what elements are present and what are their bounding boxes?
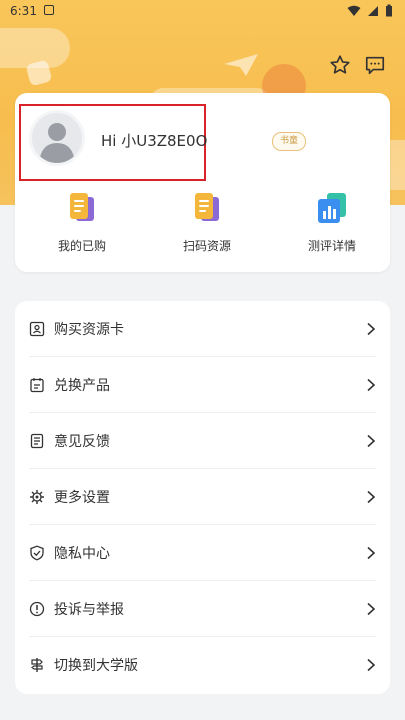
menu-item-label: 投诉与举报 — [54, 601, 124, 618]
menu-item-label: 意见反馈 — [54, 433, 110, 450]
scan-doc-icon — [195, 193, 219, 221]
battery-icon — [386, 4, 392, 17]
quick-action-purchased[interactable]: 我的已购 — [27, 191, 137, 254]
star-icon[interactable] — [329, 54, 351, 76]
status-time: 6:31 — [10, 4, 37, 18]
menu-item-label: 隐私中心 — [54, 545, 110, 562]
chevron-right-icon — [367, 546, 376, 559]
feedback-icon — [30, 433, 44, 448]
chevron-right-icon — [367, 658, 376, 672]
gear-icon — [30, 489, 44, 504]
quick-action-scan[interactable]: 扫码资源 — [152, 191, 262, 254]
menu-item-settings[interactable]: 更多设置 — [29, 469, 376, 525]
level-badge: 书童 — [272, 132, 307, 151]
notification-icon — [44, 5, 54, 15]
alert-circle-icon — [29, 601, 45, 616]
profile-card: Hi 小U3Z8E0O 书童 我的已购 扫码资源 测评详情 — [15, 93, 390, 272]
user-silhouette-icon — [39, 123, 75, 163]
chevron-right-icon — [367, 378, 376, 391]
chevron-right-icon — [367, 490, 376, 503]
purchased-doc-icon — [70, 193, 94, 221]
menu-item-buy-card[interactable]: 购买资源卡 — [29, 301, 376, 357]
menu-item-exchange[interactable]: 兑换产品 — [29, 357, 376, 413]
shield-check-icon — [30, 545, 44, 560]
menu-item-switch-university[interactable]: 切换到大学版 — [29, 637, 376, 693]
quick-action-label: 我的已购 — [57, 239, 106, 253]
menu-item-feedback[interactable]: 意见反馈 — [29, 413, 376, 469]
chevron-right-icon — [367, 434, 376, 447]
resource-card-icon — [29, 321, 45, 336]
menu-item-privacy[interactable]: 隐私中心 — [29, 525, 376, 581]
menu-item-report[interactable]: 投诉与举报 — [29, 581, 376, 637]
menu-item-label: 兑换产品 — [54, 377, 110, 394]
settings-menu: 购买资源卡 兑换产品 意见反馈 更多设置 隐私中心 投诉与举报 切换到大学版 — [15, 301, 390, 694]
chevron-right-icon — [367, 602, 376, 615]
menu-item-label: 购买资源卡 — [54, 321, 124, 338]
quick-action-assessment[interactable]: 测评详情 — [277, 191, 387, 254]
signpost-icon — [31, 658, 43, 672]
wifi-icon — [347, 5, 361, 16]
bar-chart-icon — [318, 193, 346, 223]
menu-item-label: 更多设置 — [54, 489, 110, 506]
message-icon[interactable] — [364, 54, 386, 76]
menu-item-label: 切换到大学版 — [54, 658, 138, 674]
decor-paper-plane-icon — [224, 54, 258, 76]
status-bar: 6:31 — [0, 0, 405, 24]
chevron-right-icon — [367, 322, 376, 335]
signal-icon — [368, 5, 378, 16]
quick-action-label: 测评详情 — [307, 239, 356, 253]
user-greeting[interactable]: Hi 小U3Z8E0O — [101, 130, 207, 151]
avatar[interactable] — [29, 110, 85, 166]
quick-action-label: 扫码资源 — [182, 239, 231, 253]
exchange-icon — [30, 377, 44, 392]
